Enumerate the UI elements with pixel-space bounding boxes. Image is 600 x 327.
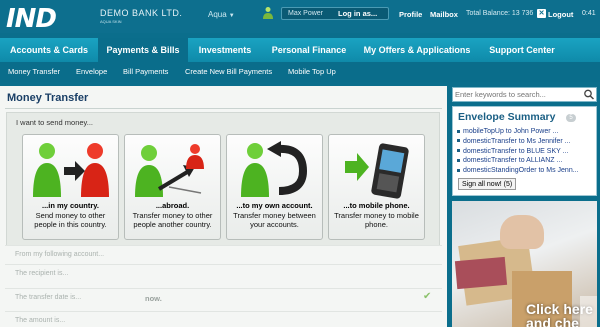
option-title: ...abroad. [155,201,190,210]
page-title: Money Transfer [7,92,89,104]
theme-label: Aqua [208,10,227,19]
login-as-button[interactable]: Log in as... [338,9,377,18]
recipient-label: The recipient is... [15,270,69,277]
session-clock: 0:41 [582,10,596,17]
envelope-title: Envelope Summary [458,111,556,123]
send-money-chooser: I want to send money... ...in my country… [6,112,440,246]
checkmark-icon: ✔ [423,291,432,302]
chevron-down-icon: ▼ [228,13,235,19]
close-icon[interactable]: ✕ [537,9,546,18]
subnav-bill-payments[interactable]: Bill Payments [123,62,168,82]
carousel-next-button[interactable] [580,296,597,327]
option-title: ...in my country. [42,201,99,210]
money-transfer-panel: Money Transfer I want to send money... .… [0,86,447,327]
mobile-transfer-icon [345,143,409,199]
transfer-date-row[interactable]: The transfer date is... now. ✔ [5,288,442,307]
envelope-item-link[interactable]: domesticTransfer to Ms Jennifer ... [463,138,571,145]
list-item[interactable]: domesticTransfer to BLUE SKY ... [457,147,595,157]
promo-line-2: and che [526,315,579,327]
promo-image-cloth [454,256,508,290]
own-account-transfer-icon [241,141,308,197]
subnav-create-bill-payment[interactable]: Create New Bill Payments [185,62,272,82]
option-mobile-transfer[interactable]: ...to mobile phone. Transfer money to mo… [328,134,425,240]
envelope-item-link[interactable]: domesticTransfer to ALLIANZ ... [463,157,562,164]
amount-label: The amount is... [15,317,66,324]
theme-selector[interactable]: Aqua ▼ [208,10,235,19]
recipient-row[interactable]: The recipient is... [5,264,442,283]
profile-link[interactable]: Profile [399,10,422,19]
bullet-icon [457,159,460,163]
tab-accounts-cards[interactable]: Accounts & Cards [0,38,98,62]
envelope-item-link[interactable]: domesticTransfer to BLUE SKY ... [463,148,568,155]
top-bar: IND DEMO BANK LTD. AQUA SKIN Aqua ▼ Max P… [0,0,600,34]
main-navigation: Accounts & Cards Payments & Bills Invest… [0,38,600,62]
bank-subtitle: AQUA SKIN [100,19,122,24]
option-own-account-transfer[interactable]: ...to my own account. Transfer money bet… [226,134,323,240]
promo-image-hand [500,215,544,249]
bank-logo: IND [6,4,57,34]
username-placeholder: Max Power [288,10,324,17]
mailbox-link[interactable]: Mailbox [430,10,458,19]
domestic-transfer-icon [33,143,109,197]
envelope-list: mobileTopUp to John Power ... domesticTr… [457,127,595,176]
login-as-field[interactable]: Max Power Log in as... [281,7,389,20]
option-domestic-transfer[interactable]: ...in my country. Send money to other pe… [22,134,119,240]
tab-personal-finance[interactable]: Personal Finance [262,38,356,62]
option-description: Transfer money to mobile phone. [334,211,419,229]
search-box [452,87,597,102]
bullet-icon [457,149,460,153]
tab-investments[interactable]: Investments [188,38,262,62]
subnav-money-transfer[interactable]: Money Transfer [8,62,60,82]
option-description: Transfer money between your accounts. [233,211,316,229]
option-title: ...to mobile phone. [343,201,410,210]
bullet-icon [457,129,460,133]
users-icon[interactable] [262,6,274,20]
option-description: Send money to other people in this count… [34,211,107,229]
bullet-icon [457,139,460,143]
total-balance: Total Balance: 13 736 [466,10,534,17]
amount-row[interactable]: The amount is... [5,311,442,327]
sub-navigation: Money Transfer Envelope Bill Payments Cr… [0,62,600,82]
promo-banner[interactable]: Click here and che [452,201,597,327]
tab-support-center[interactable]: Support Center [478,38,566,62]
sign-all-button[interactable]: Sign all now! (5) [458,178,517,190]
transfer-date-value: now. [145,294,162,303]
send-question: I want to send money... [16,118,93,127]
bullet-icon [457,168,460,172]
list-item[interactable]: domesticStandingOrder to Ms Jenn... [457,166,595,176]
option-title: ...to my own account. [236,201,313,210]
logout-link[interactable]: Logout [548,10,573,19]
transfer-date-label: The transfer date is... [15,294,82,301]
option-foreign-transfer[interactable]: ...abroad. Transfer money to other peopl… [124,134,221,240]
from-account-row[interactable]: From my following account... [5,245,442,264]
bank-name: DEMO BANK LTD. [100,8,183,18]
search-icon[interactable] [583,89,595,100]
subnav-envelope[interactable]: Envelope [76,62,107,82]
from-account-label: From my following account... [15,251,105,258]
list-item[interactable]: mobileTopUp to John Power ... [457,127,595,137]
envelope-summary: Envelope Summary 5 mobileTopUp to John P… [452,106,597,196]
list-item[interactable]: domesticTransfer to ALLIANZ ... [457,156,595,166]
envelope-item-link[interactable]: mobileTopUp to John Power ... [463,128,558,135]
search-input[interactable] [455,89,581,100]
envelope-count-badge: 5 [566,114,576,122]
list-item[interactable]: domesticTransfer to Ms Jennifer ... [457,137,595,147]
subnav-mobile-top-up[interactable]: Mobile Top Up [288,62,336,82]
tab-my-offers[interactable]: My Offers & Applications [356,38,478,62]
foreign-transfer-icon [135,144,204,197]
tab-payments-bills[interactable]: Payments & Bills [98,38,188,62]
option-description: Transfer money to other people another c… [132,211,213,229]
divider [5,108,442,109]
envelope-item-link[interactable]: domesticStandingOrder to Ms Jenn... [463,167,579,174]
